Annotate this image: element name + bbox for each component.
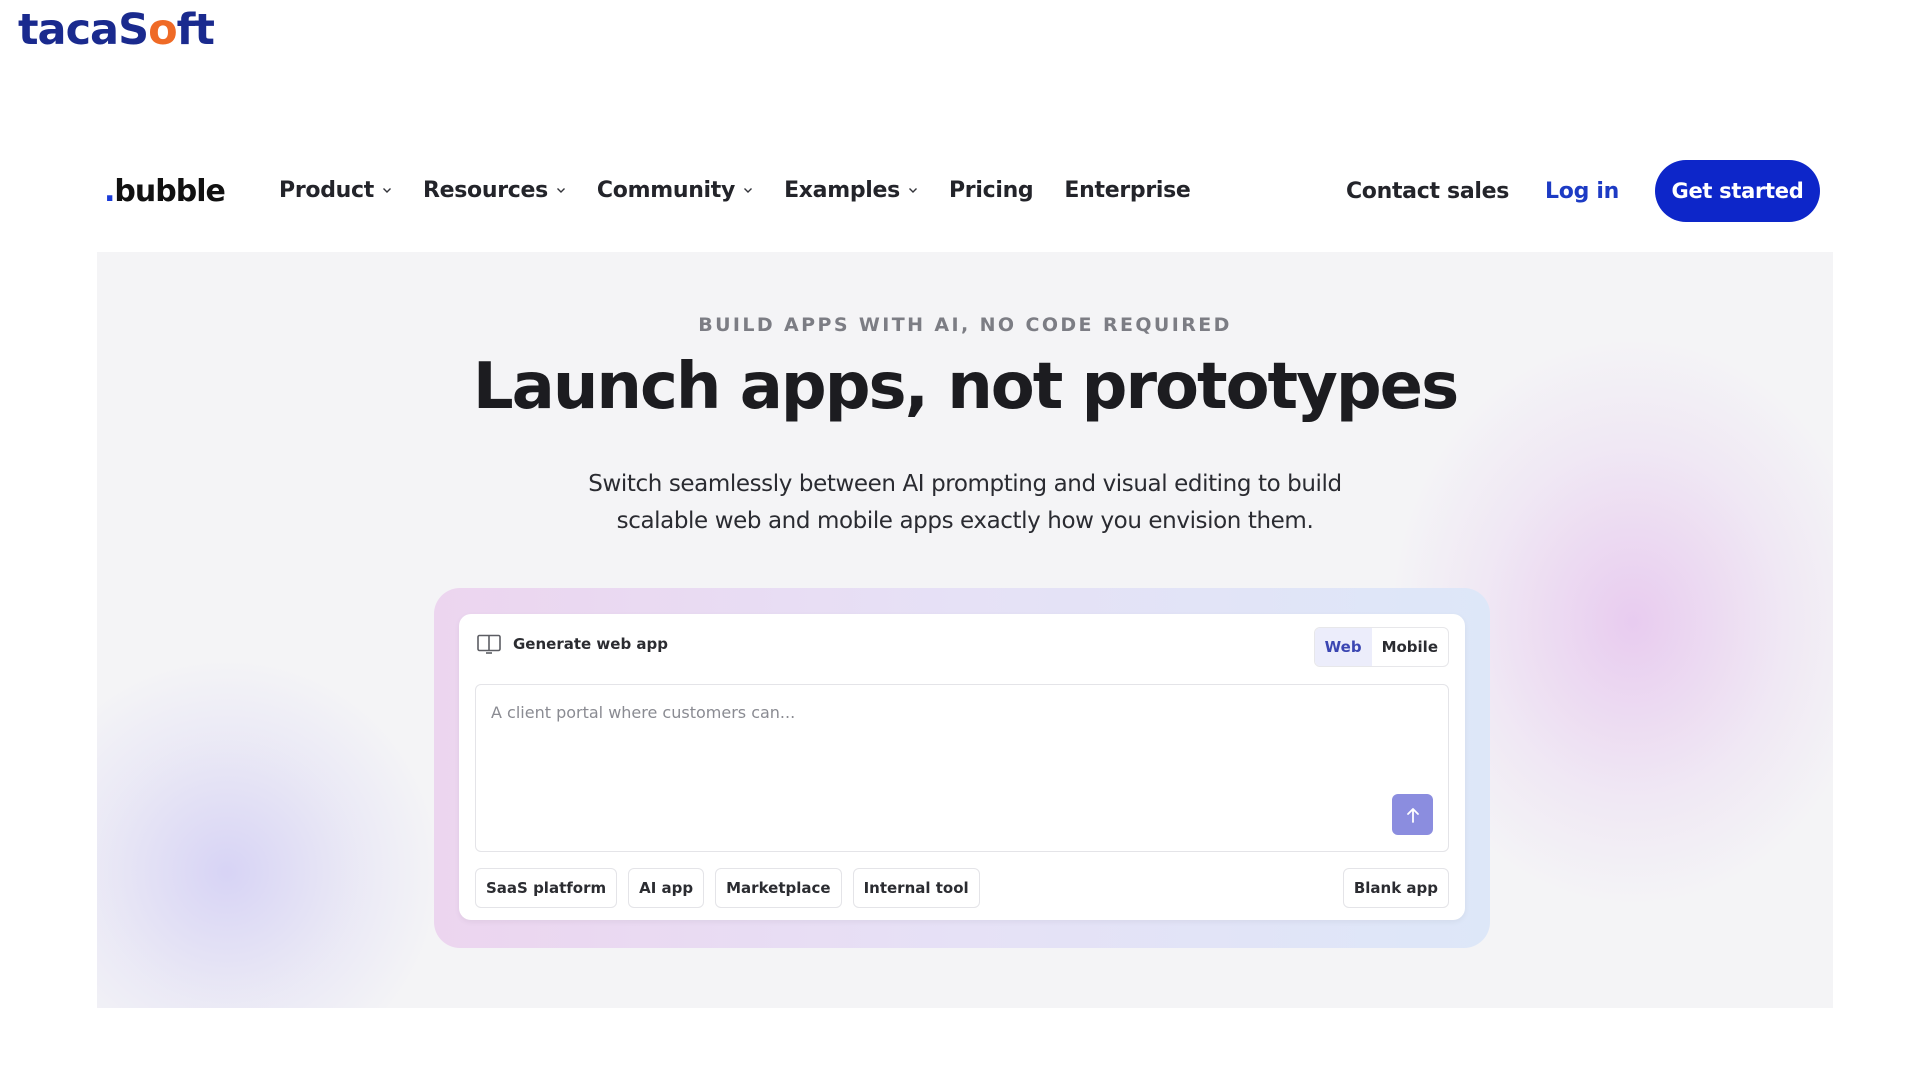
generator-card: Generate web app Web Mobile A client por…	[459, 614, 1465, 920]
contact-sales-link[interactable]: Contact sales	[1346, 179, 1509, 204]
chevron-down-icon	[556, 187, 565, 193]
get-started-button[interactable]: Get started	[1655, 160, 1820, 222]
nav-item-label: Pricing	[948, 178, 1034, 203]
logo-part-2: S	[118, 5, 149, 55]
brand-name: bubble	[114, 174, 225, 209]
chevron-down-icon	[908, 187, 917, 193]
send-button[interactable]	[1392, 794, 1433, 835]
toggle-web[interactable]: Web	[1314, 628, 1372, 666]
nav-item-product[interactable]: Product	[279, 178, 392, 203]
tacasoft-logo: tacaSoft	[18, 5, 215, 55]
chevron-down-icon	[382, 187, 391, 193]
nav-item-community[interactable]: Community	[597, 178, 753, 203]
chip-saas-platform[interactable]: SaaS platform	[475, 868, 618, 908]
hero-section: BUILD APPS WITH AI, NO CODE REQUIRED Lau…	[97, 252, 1833, 1008]
brand-dot: .	[104, 174, 115, 209]
bubble-logo[interactable]: .bubble	[104, 174, 226, 209]
decorative-gradient-left	[97, 662, 437, 1008]
hero-subtitle-line-2: scalable web and mobile apps exactly how…	[616, 508, 1314, 534]
generator-header: Generate web app	[477, 634, 668, 654]
nav-item-label: Product	[279, 178, 374, 203]
nav-item-label: Examples	[784, 178, 900, 203]
nav-menu: Product Resources Community Examples Pri…	[279, 178, 1222, 203]
blank-app-button[interactable]: Blank app	[1342, 868, 1449, 908]
browser-window-icon	[477, 634, 501, 654]
logo-part-3: o	[148, 5, 178, 55]
nav-item-examples[interactable]: Examples	[784, 178, 918, 203]
logo-part-1: taca	[18, 5, 119, 55]
hero-subtitle: Switch seamlessly between AI prompting a…	[97, 466, 1833, 540]
log-in-link[interactable]: Log in	[1545, 179, 1619, 204]
suggestion-chips: SaaS platform AI app Marketplace Interna…	[475, 868, 991, 908]
hero-headline: Launch apps, not prototypes	[472, 350, 1459, 424]
toggle-mobile[interactable]: Mobile	[1372, 628, 1448, 666]
platform-toggle: Web Mobile	[1313, 627, 1449, 667]
arrow-up-icon	[1406, 807, 1419, 823]
chip-marketplace[interactable]: Marketplace	[715, 868, 842, 908]
generator-title: Generate web app	[513, 635, 669, 653]
chip-ai-app[interactable]: AI app	[628, 868, 705, 908]
prompt-placeholder: A client portal where customers can...	[491, 703, 796, 722]
nav-item-label: Resources	[422, 178, 548, 203]
chip-internal-tool[interactable]: Internal tool	[852, 868, 980, 908]
nav-item-label: Community	[596, 178, 736, 203]
top-nav: .bubble Product Resources Community Exam…	[0, 160, 1920, 224]
nav-item-enterprise[interactable]: Enterprise	[1064, 178, 1190, 203]
nav-item-pricing[interactable]: Pricing	[948, 178, 1034, 203]
nav-actions: Contact sales Log in Get started	[1346, 160, 1820, 222]
nav-item-resources[interactable]: Resources	[423, 178, 566, 203]
nav-item-label: Enterprise	[1064, 178, 1191, 203]
generator-card-frame: Generate web app Web Mobile A client por…	[434, 588, 1490, 948]
logo-part-4: ft	[176, 5, 215, 55]
hero-eyebrow: BUILD APPS WITH AI, NO CODE REQUIRED	[698, 314, 1232, 336]
chevron-down-icon	[744, 187, 753, 193]
prompt-input[interactable]: A client portal where customers can...	[475, 684, 1449, 852]
hero-subtitle-line-1: Switch seamlessly between AI prompting a…	[588, 471, 1342, 497]
